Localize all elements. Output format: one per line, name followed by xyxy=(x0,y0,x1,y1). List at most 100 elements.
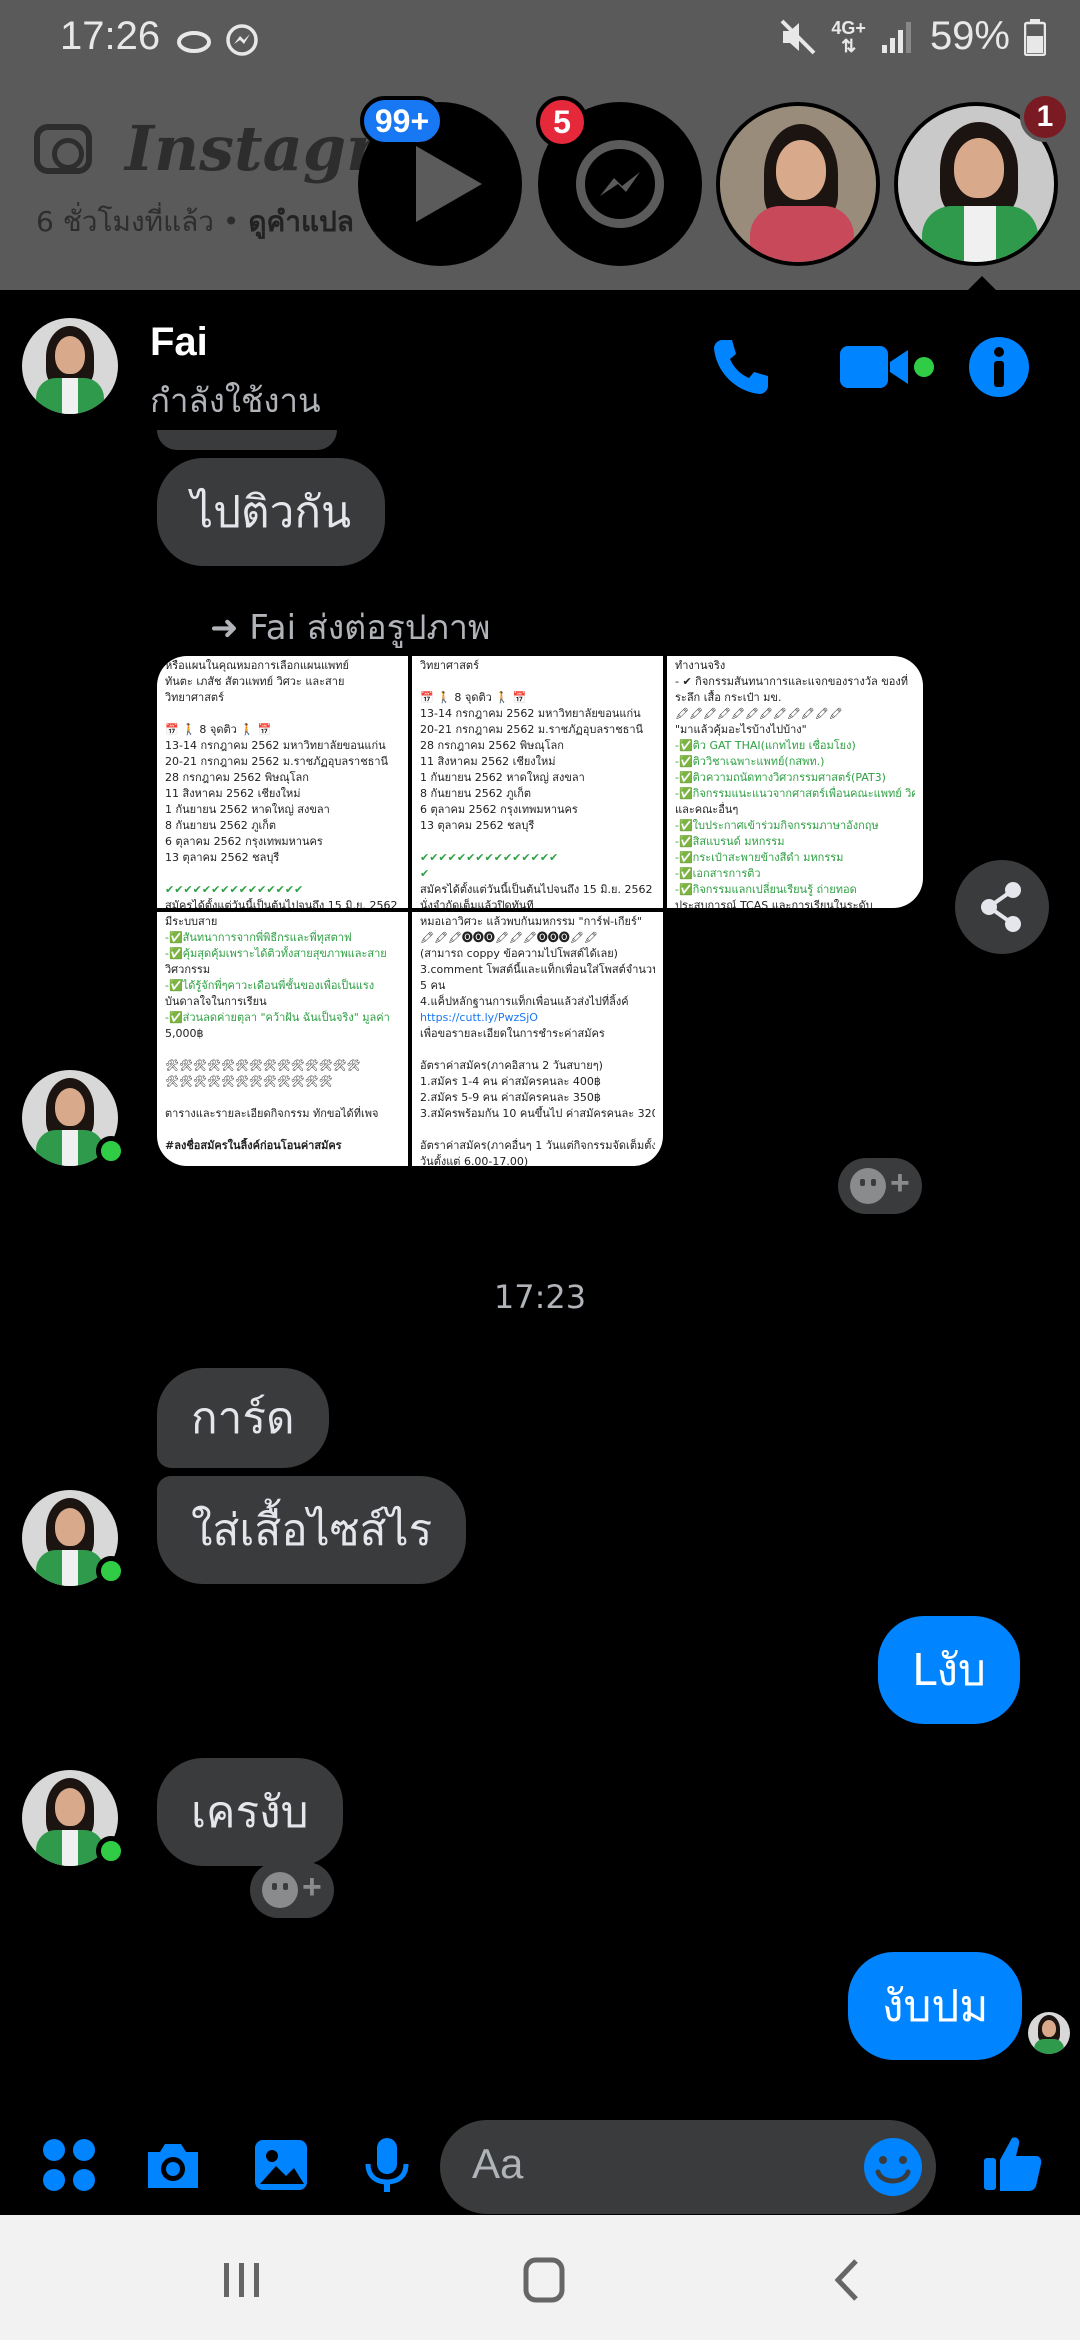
video-icon[interactable] xyxy=(836,332,936,402)
image-text-line: -✅คุ้มสุดคุ้มเพราะได้ติวทั้งสายสุขภาพและ… xyxy=(165,947,387,960)
share-button[interactable] xyxy=(955,860,1049,954)
thumbs-up-icon[interactable] xyxy=(980,2130,1046,2196)
image-text-line: -✅ใบประกาศเข้าร่วมกิจกรรมภาษาอังกฤษ xyxy=(675,819,879,832)
mute-icon xyxy=(780,19,816,54)
image-text-line: มีระบบสาย xyxy=(165,915,218,928)
instagram-camera-icon xyxy=(34,124,92,174)
mic-icon[interactable] xyxy=(356,2134,418,2196)
messenger-badge: 5 xyxy=(536,96,588,148)
image-text-line: 28 กรกฎาคม 2562 พิษณุโลก xyxy=(420,739,564,752)
message-input[interactable]: Aa xyxy=(440,2120,936,2214)
message-timestamp: 17:23 xyxy=(493,1278,587,1316)
image-text-line: #ลงชื่อสมัครในลิ้งค์ก่อนโอนค่าสมัคร xyxy=(165,1139,342,1152)
image-text-line: -✅สิสแบรนด์ มหกรรม xyxy=(675,835,785,848)
contact-status: กำลังใช้งาน xyxy=(150,381,321,420)
gallery-icon[interactable] xyxy=(250,2134,312,2196)
message-text: ใส่เสื้อไซส์ไร xyxy=(191,1505,433,1556)
my-message-bubble[interactable]: งับปม xyxy=(848,1952,1023,2060)
post-time: 6 ชั่วโมงที่แล้ว xyxy=(36,205,214,238)
image-text-line: 11 สิงหาคม 2562 เชียงใหม่ xyxy=(165,787,301,800)
contact-name[interactable]: Fai xyxy=(150,320,208,365)
image-5[interactable]: หมอเอาวิศวะ แล้วพบกันมหกรรม "การ์ฟ-เกียร… xyxy=(412,912,663,1166)
info-icon[interactable] xyxy=(964,332,1034,402)
image-text-line: -✅สันทนาการจากพี่พิธีกรและพี่ทุสตาฟ xyxy=(165,931,352,944)
image-text-line: ✔✔✔✔✔✔✔✔✔✔✔✔✔✔✔ xyxy=(165,883,304,896)
contact-badge: 1 xyxy=(1020,92,1070,142)
image-text-line: หมอเอาวิศวะ แล้วพบกันมหกรรม "การ์ฟ-เกียร… xyxy=(420,915,642,928)
image-text-line xyxy=(165,866,400,882)
recent-apps-icon[interactable] xyxy=(212,2255,272,2305)
message-bubble[interactable]: ใส่เสื้อไซส์ไร xyxy=(157,1476,467,1584)
chat-panel: Fai กำลังใช้งาน ไปติวกัน ➜ Fai ส่งต่อรูป… xyxy=(0,290,1080,2215)
messenger-bolt-icon xyxy=(600,172,640,196)
image-text-line: 28 กรกฎาคม 2562 พิษณุโลก xyxy=(165,771,309,784)
image-text-line: -✅ติว GAT THAI(แกทไทย เชื่อมโยง) xyxy=(675,739,856,752)
image-text-line xyxy=(420,834,655,850)
message-composer: Aa xyxy=(0,2110,1080,2215)
image-text-line: 1 กันยายน 2562 หาดใหญ่ สงขลา xyxy=(165,803,330,816)
image-text-line: วิทยาศาสตร์ xyxy=(165,691,224,704)
image-text-line xyxy=(165,1122,400,1138)
image-text-line: 6 ตุลาคม 2562 กรุงเทพมหานคร xyxy=(420,803,578,816)
instagram-subtitle: 6 ชั่วโมงที่แล้ว • ดูคำแปล xyxy=(36,200,354,244)
home-icon[interactable] xyxy=(514,2255,574,2305)
image-text-line: 📅 🚶 8 จุดติว 🚶 📅 xyxy=(420,691,527,704)
status-bar: 17:26 4G+ ⇅ 59% xyxy=(0,0,1080,82)
image-text-line: 11 สิงหาคม 2562 เชียงใหม่ xyxy=(420,755,556,768)
message-bubble[interactable]: เครงับ xyxy=(157,1758,343,1866)
image-text-line: ตารางและรายละเอียดกิจกรรม ทักขอได้ที่เพจ xyxy=(165,1107,379,1120)
phone-icon[interactable] xyxy=(706,332,776,402)
image-text-line: 📅 🚶 8 จุดติว 🚶 📅 xyxy=(165,723,272,736)
image-text-line: บันดาลใจในการเรียน xyxy=(165,995,267,1008)
chat-header: Fai กำลังใช้งาน xyxy=(0,290,1080,440)
message-bubble[interactable]: การ์ด xyxy=(157,1368,329,1468)
signal-icon xyxy=(881,21,911,53)
image-text-line: 1.สมัคร 1-4 คน ค่าสมัครคนละ 400฿ xyxy=(420,1075,601,1088)
image-text-line: 3.comment โพสต์นี้และแท็กเพื่อนใส่โพสต์จ… xyxy=(420,963,655,976)
image-text-line xyxy=(420,1042,655,1058)
my-message-bubble[interactable]: Lงับ xyxy=(878,1616,1020,1724)
message-bubble[interactable]: ไปติวกัน xyxy=(157,458,386,566)
read-receipt-avatar xyxy=(1028,2012,1070,2054)
image-1[interactable]: หรือแผนในคุณหมอการเลือกแผนแพทย์ ทันตะ เภส… xyxy=(157,656,408,908)
menu-dots-icon[interactable] xyxy=(38,2134,100,2196)
share-icon xyxy=(981,882,1021,932)
image-text-line: วิศวกรรม xyxy=(165,963,211,976)
image-text-line: 8 กันยายน 2562 ภูเก็ต xyxy=(165,819,277,832)
forwarded-images: หรือแผนในคุณหมอการเลือกแผนแพทย์ ทันตะ เภส… xyxy=(157,656,923,1166)
input-placeholder: Aa xyxy=(472,2140,524,2187)
image-text-line: นั่งจำกัดเต็มแล้วปิดทันที xyxy=(420,899,534,908)
add-reaction-button[interactable]: + xyxy=(838,1158,922,1214)
status-right: 4G+ ⇅ 59% xyxy=(779,14,1046,59)
image-text-line: 🛠🛠🛠🛠🛠🛠🛠🛠🛠🛠🛠🛠🛠🛠 xyxy=(165,1059,361,1072)
emoji-face-icon xyxy=(262,1872,298,1908)
image-text-line: 5 คน xyxy=(420,979,446,992)
message-text: เครงับ xyxy=(191,1787,309,1838)
forwarded-label: ➜ Fai ส่งต่อรูปภาพ xyxy=(210,608,491,648)
add-reaction-button[interactable]: + xyxy=(250,1862,334,1918)
image-text-line: ✔✔✔✔✔✔✔✔✔✔✔✔✔✔✔ xyxy=(420,851,559,864)
image-4[interactable]: มีระบบสาย -✅สันทนาการจากพี่พิธีกรและพี่ทุ… xyxy=(157,912,408,1166)
see-translation-link: ดูคำแปล xyxy=(248,205,354,238)
image-text-line: -✅ติวความถนัดทางวิศวกรรมศาสตร์(PAT3) xyxy=(675,771,886,784)
image-text-line: 20-21 กรกฎาคม 2562 ม.ราชภัฏอุบลราชธานี xyxy=(165,755,389,768)
back-icon[interactable] xyxy=(818,2255,878,2305)
network-label: 4G+ xyxy=(831,17,866,38)
image-text-line: -✅กิจกรรมแนะแนวจากศาสตร์เพื่อนคณะแพทย์ ว… xyxy=(675,787,915,800)
contact-avatar[interactable] xyxy=(22,318,118,414)
image-text-line: อัตราค่าสมัคร(ภาคอื่นๆ 1 วันแต่กิจกรรมจั… xyxy=(420,1139,655,1152)
system-nav-bar xyxy=(0,2215,1080,2340)
emoji-face-icon xyxy=(850,1168,886,1204)
emoji-icon[interactable] xyxy=(860,2134,926,2200)
image-text-line: อัตราค่าสมัคร(ภาคอิสาน 2 วันสบายๆ) xyxy=(420,1059,603,1072)
image-3[interactable]: ทำงานจริง - ✔ กิจกรรมสันทนาการและแจกของรา… xyxy=(667,656,923,908)
previous-message-bubble[interactable] xyxy=(157,430,337,450)
network-indicator: 4G+ ⇅ xyxy=(831,17,866,56)
camera-icon[interactable] xyxy=(142,2134,204,2196)
image-text-line: -✅เอกสารการติว xyxy=(675,867,761,880)
image-text-line: 4.แค็ปหลักฐานการแท็กเพื่อนแล้วส่งไปที่ลิ… xyxy=(420,995,629,1008)
image-text-line: 8 กันยายน 2562 ภูเก็ต xyxy=(420,787,532,800)
image-text-line: -✅ส่วนลดค่ายตุลา "คว้าฝัน ฉันเป็นจริง" ม… xyxy=(165,1011,390,1024)
chat-head-contact-1[interactable] xyxy=(716,102,880,266)
image-2[interactable]: วิทยาศาสตร์ 📅 🚶 8 จุดติว 🚶 📅 13-14 กรกฎาค… xyxy=(412,656,663,908)
